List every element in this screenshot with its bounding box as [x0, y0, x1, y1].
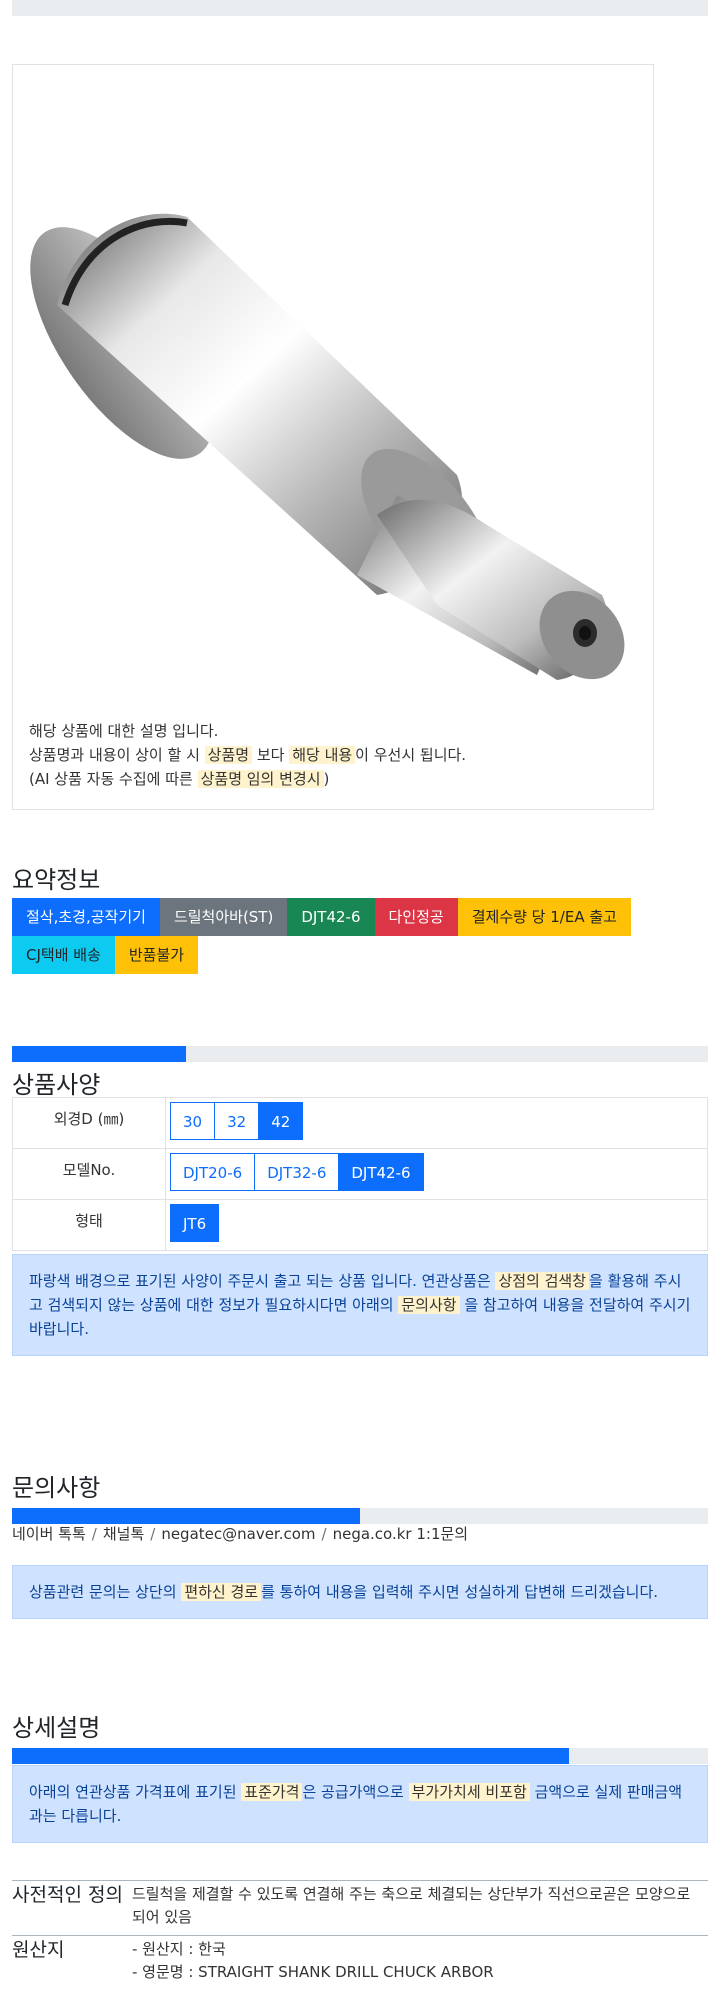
summary-badge: 절삭,초경,공작기기	[12, 898, 160, 936]
highlight-convenient-route: 편하신 경로	[181, 1583, 262, 1601]
spec-table: 외경D (㎜) 30 32 42 모델No. DJT20-6 DJT32-6 DJT42-6 형…	[12, 1097, 708, 1251]
spec-label: 형태	[12, 1199, 166, 1251]
detail-row: 원산지 - 원산지 : 한국 - 영문명 : STRAIGHT SHANK DRIL…	[12, 1935, 708, 1990]
summary-badge: 결제수량 당 1/EA 출고	[457, 898, 631, 936]
inquiry-progress	[12, 1508, 708, 1524]
spec-title: 상품사양	[12, 1071, 101, 1099]
detail-notice: 아래의 연관상품 가격표에 표기된 표준가격 은 공급가액으로 부가가치세 비포함…	[12, 1765, 708, 1843]
highlight-standard-price: 표준가격	[241, 1783, 303, 1801]
notice-text: 은 공급가액으로	[302, 1783, 409, 1801]
detail-progress	[12, 1748, 708, 1764]
inquiry-progress-fill	[12, 1508, 360, 1524]
highlight-content: 해당 내용	[289, 746, 356, 764]
notice-text: 아래의 연관상품 가격표에 표기된	[29, 1783, 242, 1801]
spec-option-button[interactable]: 32	[214, 1102, 260, 1140]
spec-label: 모델No.	[12, 1148, 166, 1200]
notice-text: 를 통하여 내용을 입력해 주시면 성실하게 답변해 드리겠습니다.	[261, 1583, 659, 1601]
detail-progress-fill	[12, 1748, 569, 1764]
detail-table: 사전적인 정의 드릴척을 제결할 수 있도록 연결해 주는 축으로 체결되는 상단…	[12, 1880, 708, 1990]
inquiry-notice: 상품관련 문의는 상단의 편하신 경로 를 통하여 내용을 입력해 주시면 성실하…	[12, 1565, 708, 1619]
desc-text: (AI 상품 자동 수집에 따른	[29, 770, 198, 788]
product-description: 해당 상품에 대한 설명 입니다. 상품명과 내용이 상이 할 시 상품명 보다…	[29, 719, 466, 791]
detail-value-line: - 원산지 : 한국	[132, 1940, 226, 1958]
summary-badge: 드릴척아바(ST)	[159, 898, 288, 936]
detail-key: 원산지	[12, 1935, 132, 1990]
desc-text: 상품명과 내용이 상이 할 시	[29, 746, 205, 764]
highlight-inquiry: 문의사항	[398, 1296, 460, 1314]
spec-row: 외경D (㎜) 30 32 42	[12, 1097, 708, 1149]
summary-badge: CJ택배 배송	[12, 936, 115, 974]
separator: /	[91, 1525, 97, 1543]
separator: /	[321, 1525, 327, 1543]
highlight-store-search: 상점의 검색창	[495, 1272, 590, 1290]
detail-value: - 원산지 : 한국 - 영문명 : STRAIGHT SHANK DRILL C…	[132, 1935, 708, 1990]
notice-text: 파랑색 배경으로 표기된 사양이 주문시 출고 되는 상품 입니다. 연관상품은	[29, 1272, 496, 1290]
contact-channel-link[interactable]: nega.co.kr 1:1문의	[333, 1525, 469, 1543]
top-progress-bar	[12, 0, 708, 16]
contact-channels: 네이버 톡톡 / 채널톡 / negatec@naver.com / nega.co.kr …	[12, 1523, 468, 1544]
product-image	[30, 213, 625, 680]
highlight-vat-excluded: 부가가치세 비포함	[408, 1783, 530, 1801]
spec-notice: 파랑색 배경으로 표기된 사양이 주문시 출고 되는 상품 입니다. 연관상품은…	[12, 1254, 708, 1356]
desc-line-2: 상품명과 내용이 상이 할 시 상품명 보다 해당 내용 이 우선시 됩니다.	[29, 743, 466, 767]
spec-options: DJT20-6 DJT32-6 DJT42-6	[165, 1148, 708, 1200]
product-image-box: 해당 상품에 대한 설명 입니다. 상품명과 내용이 상이 할 시 상품명 보다…	[12, 64, 654, 810]
summary-badges: 절삭,초경,공작기기 드릴척아바(ST) DJT42-6 다인정공 결제수량 당 1/E…	[12, 898, 702, 974]
separator: /	[150, 1525, 156, 1543]
detail-title: 상세설명	[12, 1714, 101, 1742]
desc-text: 보다	[252, 746, 290, 764]
desc-line-3: (AI 상품 자동 수집에 따른 상품명 임의 변경시)	[29, 767, 466, 791]
detail-value-line: - 영문명 : STRAIGHT SHANK DRILL CHUCK ARBOR	[132, 1963, 494, 1981]
summary-title: 요약정보	[12, 866, 101, 894]
desc-text: )	[323, 770, 330, 788]
spec-option-button[interactable]: DJT20-6	[170, 1153, 256, 1191]
spec-row: 모델No. DJT20-6 DJT32-6 DJT42-6	[12, 1148, 708, 1200]
spec-option-button[interactable]: DJT32-6	[254, 1153, 340, 1191]
spec-progress	[12, 1046, 708, 1062]
summary-badge: 반품불가	[114, 936, 199, 974]
spec-progress-fill	[12, 1046, 186, 1062]
spec-option-button[interactable]: DJT42-6	[338, 1153, 424, 1191]
contact-channel-link[interactable]: 채널톡	[103, 1525, 144, 1543]
option-group: 30 32 42	[170, 1102, 703, 1140]
spec-option-button[interactable]: JT6	[170, 1204, 220, 1242]
desc-text: 이 우선시 됩니다.	[355, 746, 467, 764]
detail-value-line: 드릴척을 제결할 수 있도록 연결해 주는 축으로 체결되는 상단부가 직선으로…	[132, 1885, 691, 1926]
contact-channel-link[interactable]: negatec@naver.com	[161, 1525, 315, 1543]
spec-option-button[interactable]: 30	[170, 1102, 216, 1140]
summary-badge: 다인정공	[374, 898, 458, 936]
detail-key: 사전적인 정의	[12, 1880, 132, 1936]
detail-row: 사전적인 정의 드릴척을 제결할 수 있도록 연결해 주는 축으로 체결되는 상단…	[12, 1880, 708, 1936]
page: 해당 상품에 대한 설명 입니다. 상품명과 내용이 상이 할 시 상품명 보다…	[0, 0, 720, 1992]
spec-options: 30 32 42	[165, 1097, 708, 1149]
spec-options: JT6	[165, 1199, 708, 1251]
spec-row: 형태 JT6	[12, 1199, 708, 1251]
spec-option-button[interactable]: 42	[258, 1102, 304, 1140]
highlight-name-change: 상품명 임의 변경시	[197, 770, 324, 788]
desc-line-1: 해당 상품에 대한 설명 입니다.	[29, 722, 219, 740]
notice-text: 상품관련 문의는 상단의	[29, 1583, 182, 1601]
detail-value: 드릴척을 제결할 수 있도록 연결해 주는 축으로 체결되는 상단부가 직선으로…	[132, 1880, 708, 1936]
contact-channel-link[interactable]: 네이버 톡톡	[12, 1525, 86, 1543]
spec-label: 외경D (㎜)	[12, 1097, 166, 1149]
option-group: DJT20-6 DJT32-6 DJT42-6	[170, 1153, 703, 1191]
summary-badge: DJT42-6	[287, 898, 375, 936]
inquiry-title: 문의사항	[12, 1474, 101, 1502]
option-group: JT6	[170, 1204, 703, 1242]
highlight-product-name: 상품명	[204, 746, 253, 764]
